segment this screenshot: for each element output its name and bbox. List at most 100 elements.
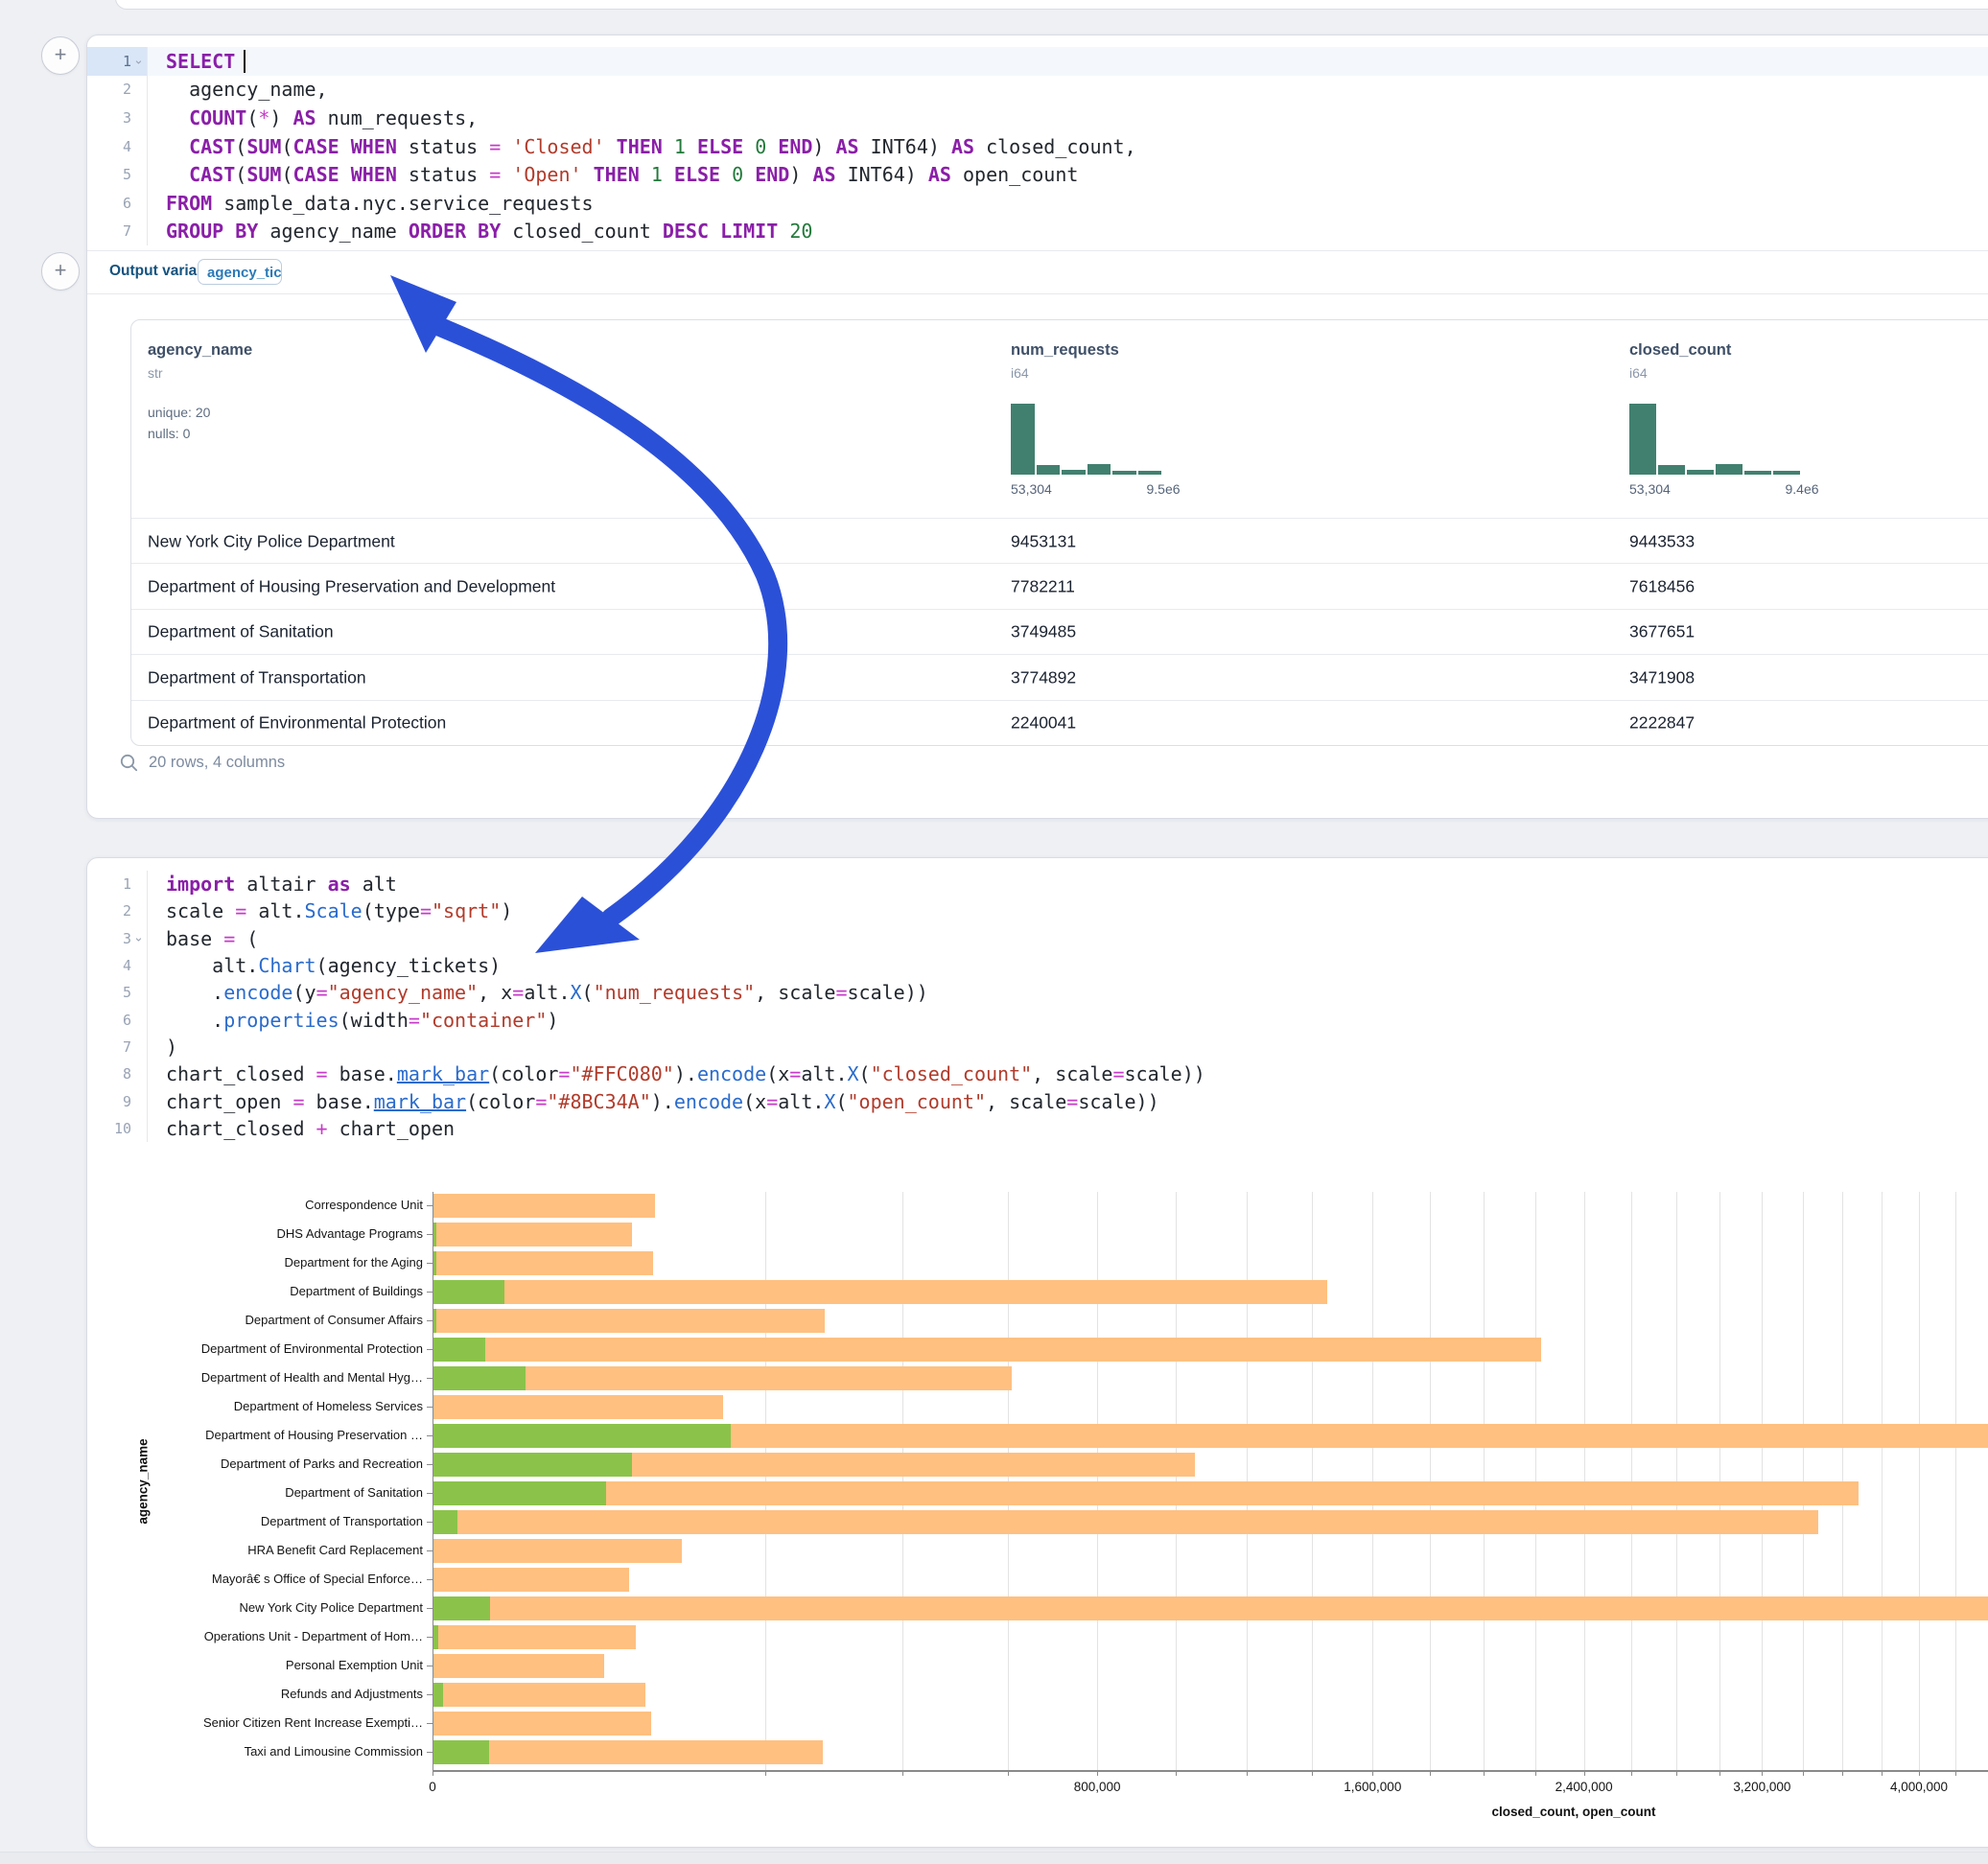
line-number: 2: [87, 76, 147, 105]
histogram-bar: [1744, 471, 1771, 475]
open_count-bar: [433, 1510, 457, 1534]
output-variable-input[interactable]: agency_tickets: [198, 259, 282, 285]
histogram-bar: [1112, 471, 1136, 475]
histogram-min-label: 53,304: [1629, 481, 1671, 497]
y-axis-label: DHS Advantage Programs: [277, 1226, 423, 1241]
y-tick: [427, 1464, 433, 1465]
y-tick: [427, 1579, 433, 1580]
y-axis-label: Mayorâ€ s Office of Special Enforce…: [212, 1572, 423, 1586]
y-tick: [427, 1349, 433, 1350]
y-axis-label: Department of Buildings: [290, 1284, 423, 1298]
closed_count-bar: [433, 1223, 632, 1247]
column-header[interactable]: num_requests: [1011, 341, 1119, 360]
open_count-bar: [433, 1740, 489, 1764]
add-cell-button[interactable]: +: [41, 36, 80, 75]
y-axis-label: Department of Housing Preservation …: [205, 1428, 423, 1442]
line-number: 6: [87, 189, 147, 218]
y-axis-label: New York City Police Department: [240, 1600, 423, 1615]
histogram-max-label: 9.5e6: [1146, 481, 1180, 497]
table-row[interactable]: Department of Housing Preservation and D…: [131, 563, 1988, 609]
code-line[interactable]: 3 COUNT(*) AS num_requests,: [87, 104, 1988, 132]
code-line[interactable]: 5 CAST(SUM(CASE WHEN status = 'Open' THE…: [87, 160, 1988, 189]
code-line[interactable]: 1⌄SELECT: [87, 47, 1988, 76]
code-text: GROUP BY agency_name ORDER BY closed_cou…: [147, 218, 1988, 246]
table-footer: 20 rows, 4 columns: [119, 753, 285, 773]
agency-name-cell: New York City Police Department: [148, 531, 395, 551]
closed_count-bar: [433, 1539, 682, 1563]
x-axis-label: 1,600,000: [1344, 1780, 1401, 1794]
x-axis-label: 2,400,000: [1555, 1780, 1613, 1794]
y-tick: [427, 1234, 433, 1235]
closed_count-bar: [433, 1481, 1859, 1505]
column-histogram: [1629, 404, 1800, 475]
y-axis-label: Department of Transportation: [261, 1514, 423, 1528]
closed_count-bar: [433, 1625, 636, 1649]
code-text: COUNT(*) AS num_requests,: [147, 104, 1988, 132]
grid-line: [1955, 1192, 1956, 1770]
open_count-bar: [433, 1453, 632, 1477]
column-type: i64: [1011, 365, 1029, 381]
x-axis-label: 4,000,000: [1890, 1780, 1948, 1794]
y-axis-label: Department of Health and Mental Hyg…: [201, 1370, 423, 1385]
divider: [87, 250, 1988, 251]
histogram-min-label: 53,304: [1011, 481, 1052, 497]
closed_count-bar: [433, 1395, 723, 1419]
results-table[interactable]: agency_namestrunique: 20nulls: 0num_requ…: [130, 319, 1988, 746]
row-count-label: 20 rows, 4 columns: [149, 754, 285, 772]
value-cell: 9453131: [1011, 531, 1076, 551]
agency-name-cell: Department of Environmental Protection: [148, 713, 446, 734]
x-axis-title: closed_count, open_count: [1491, 1805, 1655, 1819]
agency-name-cell: Department of Sanitation: [148, 622, 334, 642]
grid-line: [1919, 1192, 1920, 1770]
code-text: CAST(SUM(CASE WHEN status = 'Open' THEN …: [147, 160, 1988, 189]
code-line[interactable]: 2 agency_name,: [87, 76, 1988, 105]
open_count-bar: [433, 1683, 443, 1707]
search-icon[interactable]: [119, 753, 139, 773]
code-line[interactable]: 6FROM sample_data.nyc.service_requests: [87, 189, 1988, 218]
bar-chart-output[interactable]: Correspondence UnitDHS Advantage Program…: [87, 858, 1988, 1847]
y-axis-label: Refunds and Adjustments: [281, 1687, 423, 1701]
fold-chevron-icon[interactable]: ⌄: [133, 53, 144, 67]
value-cell: 3749485: [1011, 622, 1076, 642]
table-row[interactable]: Department of Environmental Protection 22…: [131, 700, 1988, 746]
line-number: 4: [87, 132, 147, 161]
y-axis-label: Operations Unit - Department of Hom…: [204, 1629, 423, 1643]
closed_count-bar: [433, 1740, 823, 1764]
closed_count-bar: [433, 1683, 645, 1707]
y-tick: [427, 1435, 433, 1436]
histogram-bar: [1138, 471, 1162, 475]
y-axis-title: agency_name: [136, 1438, 151, 1524]
open_count-bar: [433, 1280, 504, 1304]
sql-code-cell[interactable]: 1⌄SELECT2 agency_name,3 COUNT(*) AS num_…: [86, 35, 1988, 819]
y-axis-label: Personal Exemption Unit: [286, 1658, 423, 1672]
code-line[interactable]: 4 CAST(SUM(CASE WHEN status = 'Closed' T…: [87, 132, 1988, 161]
agency-name-cell: Department of Transportation: [148, 667, 366, 687]
column-stat: unique: 20: [148, 405, 210, 420]
open_count-bar: [433, 1625, 438, 1649]
table-row[interactable]: New York City Police Department945313194…: [131, 518, 1988, 564]
y-tick: [427, 1493, 433, 1494]
value-cell: 2222847: [1629, 713, 1695, 734]
y-axis-label: Department of Parks and Recreation: [221, 1456, 423, 1471]
table-row[interactable]: Department of Sanitation37494853677651: [131, 609, 1988, 655]
add-cell-button[interactable]: +: [41, 252, 80, 291]
value-cell: 3774892: [1011, 667, 1076, 687]
closed_count-bar: [433, 1338, 1541, 1362]
y-tick: [427, 1522, 433, 1523]
sql-editor[interactable]: 1⌄SELECT2 agency_name,3 COUNT(*) AS num_…: [87, 47, 1988, 245]
line-number: 7: [87, 218, 147, 246]
histogram-bar: [1773, 471, 1800, 475]
y-tick: [427, 1205, 433, 1206]
closed_count-bar: [433, 1251, 653, 1275]
column-header[interactable]: closed_count: [1629, 341, 1731, 360]
closed_count-bar: [433, 1654, 604, 1678]
table-row[interactable]: Department of Transportation377489234719…: [131, 654, 1988, 700]
closed_count-bar: [433, 1194, 655, 1218]
python-code-cell[interactable]: 1import altair as alt2scale = alt.Scale(…: [86, 857, 1988, 1848]
code-line[interactable]: 7GROUP BY agency_name ORDER BY closed_co…: [87, 218, 1988, 246]
y-tick: [427, 1263, 433, 1264]
histogram-max-label: 9.4e6: [1785, 481, 1818, 497]
y-tick: [427, 1407, 433, 1408]
column-header[interactable]: agency_name: [148, 341, 252, 360]
open_count-bar: [433, 1424, 731, 1448]
